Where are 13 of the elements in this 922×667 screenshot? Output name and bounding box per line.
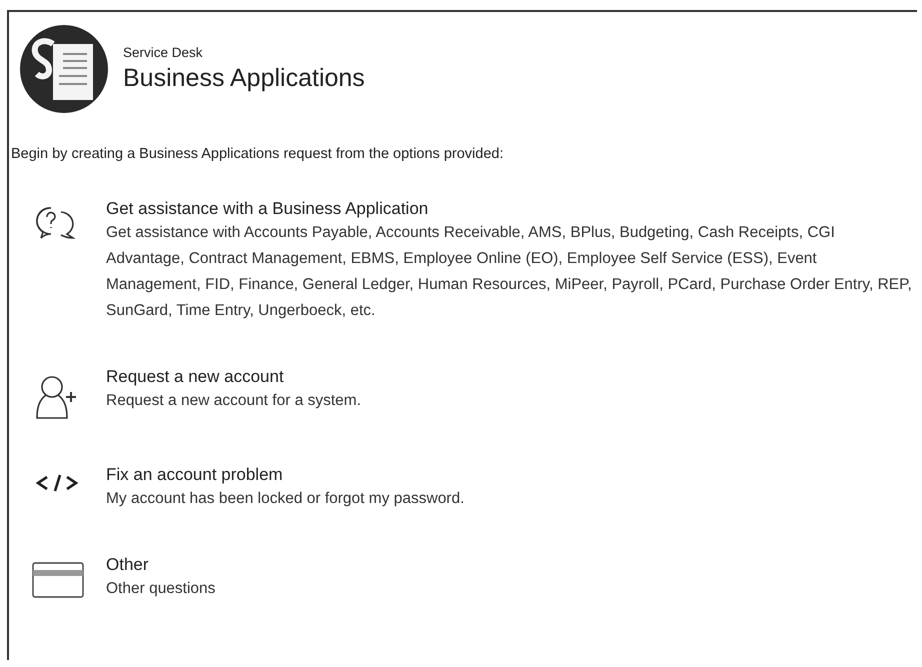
- option-title[interactable]: Get assistance with a Business Application: [106, 198, 914, 220]
- option-title[interactable]: Fix an account problem: [106, 464, 914, 486]
- option-title[interactable]: Other: [106, 554, 914, 576]
- option-description: My account has been locked or forgot my password.: [106, 489, 466, 509]
- code-icon: [34, 472, 80, 494]
- option-description: Get assistance with Accounts Payable, Accounts Receivable, AMS, BPlus, Budgeting, Cash Receipts, CGI Advantage, Contract Management, EBMS, Employee Online (EO), Employee Self Service (ESS), Event Management, FID, Finance, General Ledger, Human Resources, MiPeer, Payroll, PCard, Purchase Order Entry, REP, SunGard, Time Entry, Ungerboeck, etc.: [106, 223, 913, 321]
- app-subtitle: Service Desk: [123, 45, 204, 60]
- intro-text: Begin by creating a Business Applications request from the options provided:: [11, 146, 504, 162]
- page-title: Business Applications: [123, 64, 365, 93]
- option-description: Other questions: [106, 579, 216, 599]
- credit-card-icon: [32, 562, 84, 598]
- option-title[interactable]: Request a new account: [106, 366, 914, 388]
- option-description: Request a new account for a system.: [106, 391, 362, 411]
